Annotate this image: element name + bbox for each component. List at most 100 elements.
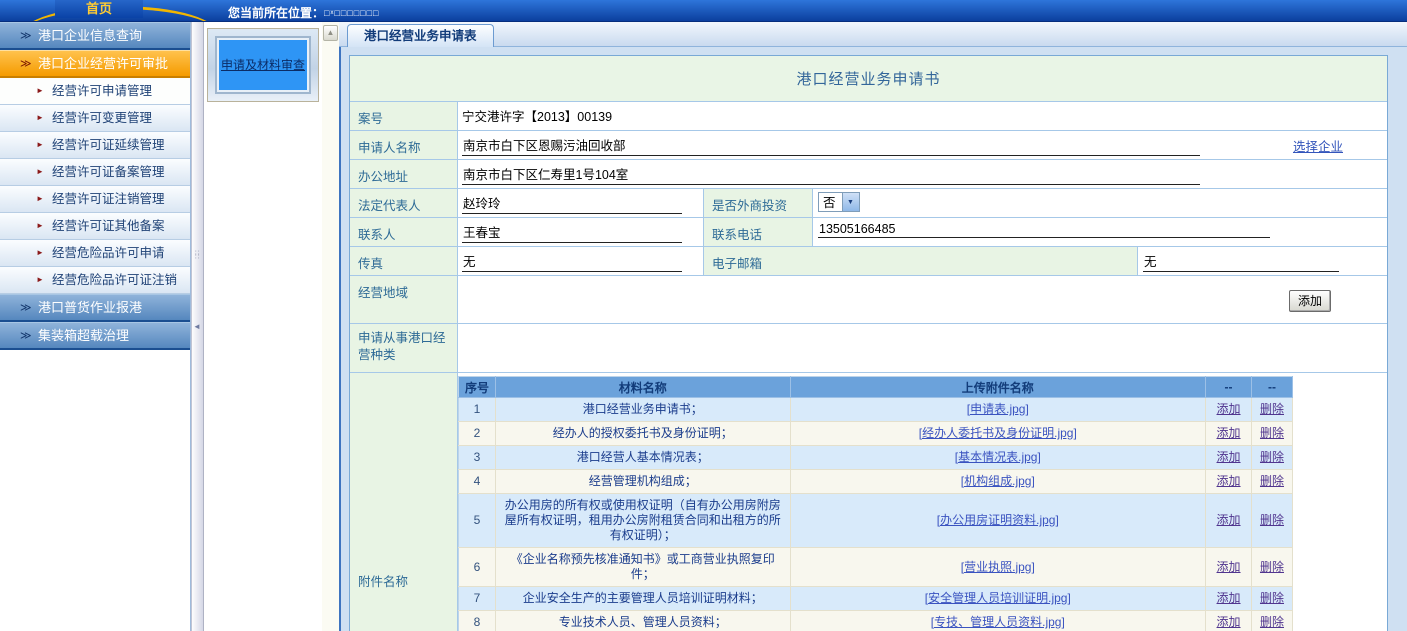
form-row-legal-rep: 法定代表人 赵玲玲 是否外商投资 否▼ — [350, 188, 1387, 217]
office-address-input[interactable]: 南京市白下区仁寿里1号104室 — [462, 164, 1200, 185]
email-input[interactable]: 无 — [1143, 251, 1339, 272]
material-name: 港口经营业务申请书； — [495, 398, 790, 422]
workflow-step-apply-review-button[interactable]: 申请及材料审查 — [215, 36, 311, 94]
add-attachment-link[interactable]: 添加 — [1217, 615, 1241, 629]
sidebar-item-license-apply-mgmt[interactable]: ► 经营许可申请管理 — [0, 78, 190, 105]
sidebar-item-dangerous-goods-license-cancel[interactable]: ► 经营危险品许可证注销 — [0, 267, 190, 294]
chevron-down-icon: ▼ — [842, 193, 859, 211]
sidebar-item-port-company-info-query[interactable]: ≫ 港口企业信息查询 — [0, 22, 190, 50]
phone-input[interactable]: 13505166485 — [818, 222, 1270, 238]
table-row: 1 港口经营业务申请书； [申请表.jpg] 添加 删除 — [459, 398, 1293, 422]
sidebar-item-label: 经营危险品许可申请 — [52, 246, 165, 260]
sidebar-item-label: 集装箱超载治理 — [38, 328, 129, 343]
form-row-business-type: 申请从事港口经营种类 — [350, 323, 1387, 372]
sidebar-item-label: 经营许可证延续管理 — [52, 138, 165, 152]
delete-attachment-link[interactable]: 删除 — [1260, 560, 1284, 574]
double-arrow-icon: ≫ — [20, 323, 32, 349]
col-header-material: 材料名称 — [495, 377, 790, 398]
delete-attachment-link[interactable]: 删除 — [1260, 426, 1284, 440]
add-attachment-link[interactable]: 添加 — [1217, 426, 1241, 440]
col-header-delete: -- — [1252, 377, 1293, 398]
add-attachment-link[interactable]: 添加 — [1217, 591, 1241, 605]
sidebar-item-dangerous-goods-license-apply[interactable]: ► 经营危险品许可申请 — [0, 240, 190, 267]
double-arrow-icon: ≫ — [20, 51, 32, 77]
delete-attachment-link[interactable]: 删除 — [1260, 474, 1284, 488]
sidebar-item-license-change-mgmt[interactable]: ► 经营许可变更管理 — [0, 105, 190, 132]
sidebar-item-license-renewal-mgmt[interactable]: ► 经营许可证延续管理 — [0, 132, 190, 159]
workflow-step-box: 申请及材料审查 — [207, 28, 319, 102]
table-row: 8 专业技术人员、管理人员资料； [专技、管理人员资料.jpg] 添加 删除 — [459, 611, 1293, 631]
arrow-icon: ► — [36, 105, 44, 131]
arrow-icon: ► — [36, 267, 44, 293]
attachment-file-link[interactable]: [经办人委托书及身份证明.jpg] — [919, 426, 1077, 440]
attachment-file-link[interactable]: [办公用房证明资料.jpg] — [937, 513, 1059, 527]
sidebar-item-port-company-license-approval[interactable]: ≫ 港口企业经营许可审批 — [0, 50, 190, 78]
add-attachment-link[interactable]: 添加 — [1217, 450, 1241, 464]
arrow-icon: ► — [36, 159, 44, 185]
vertical-scrollbar[interactable]: ▲ — [322, 22, 339, 631]
attachment-file-link[interactable]: [申请表.jpg] — [967, 402, 1029, 416]
table-row: 2 经办人的授权委托书及身份证明； [经办人委托书及身份证明.jpg] 添加 删… — [459, 422, 1293, 446]
form-row-contact: 联系人 王春宝 联系电话 13505166485 — [350, 217, 1387, 246]
attachment-file-link[interactable]: [营业执照.jpg] — [961, 560, 1035, 574]
sidebar-item-label: 经营许可证注销管理 — [52, 192, 165, 206]
table-row: 3 港口经营人基本情况表； [基本情况表.jpg] 添加 删除 — [459, 446, 1293, 470]
material-name: 经办人的授权委托书及身份证明； — [495, 422, 790, 446]
legal-rep-input[interactable]: 赵玲玲 — [462, 193, 682, 214]
add-attachment-link[interactable]: 添加 — [1217, 474, 1241, 488]
row-no: 6 — [459, 548, 496, 587]
add-attachment-link[interactable]: 添加 — [1217, 402, 1241, 416]
applicant-input[interactable]: 南京市白下区恩赐污油回收部 — [462, 135, 1200, 156]
delete-attachment-link[interactable]: 删除 — [1260, 402, 1284, 416]
attachment-file-link[interactable]: [机构组成.jpg] — [961, 474, 1035, 488]
form-row-applicant: 申请人名称 南京市白下区恩赐污油回收部 选择企业 — [350, 130, 1387, 159]
sidebar-item-label: 经营危险品许可证注销 — [52, 273, 177, 287]
home-tab[interactable]: 首页 — [55, 0, 143, 18]
attachment-file-link[interactable]: [基本情况表.jpg] — [955, 450, 1041, 464]
sidebar-item-container-overload[interactable]: ≫ 集装箱超载治理 — [0, 322, 190, 350]
office-address-label: 办公地址 — [350, 160, 458, 188]
fax-input[interactable]: 无 — [462, 251, 682, 272]
attachment-file-link[interactable]: [安全管理人员培训证明.jpg] — [925, 591, 1071, 605]
application-form-table: 港口经营业务申请书 案号 宁交港许字【2013】00139 申请人名称 南京市白… — [349, 55, 1388, 631]
sidebar-item-label: 港口普货作业报港 — [38, 300, 142, 315]
applicant-label: 申请人名称 — [350, 131, 458, 159]
attachments-header-row: 序号 材料名称 上传附件名称 -- -- — [459, 377, 1293, 398]
add-attachment-link[interactable]: 添加 — [1217, 560, 1241, 574]
attachment-file-link[interactable]: [专技、管理人员资料.jpg] — [931, 615, 1065, 629]
delete-attachment-link[interactable]: 删除 — [1260, 615, 1284, 629]
sidebar-item-license-record-mgmt[interactable]: ► 经营许可证备案管理 — [0, 159, 190, 186]
row-no: 8 — [459, 611, 496, 631]
add-region-button[interactable]: 添加 — [1289, 290, 1331, 312]
col-header-add: -- — [1206, 377, 1252, 398]
form-row-office-address: 办公地址 南京市白下区仁寿里1号104室 — [350, 159, 1387, 188]
form-row-region: 经营地域 添加 — [350, 275, 1387, 323]
breadcrumb: 您当前所在位置：□ˣ□□□□□□□ — [228, 4, 379, 21]
tab-port-business-application[interactable]: 港口经营业务申请表 — [347, 24, 494, 47]
splitter-collapse-icon[interactable]: ◄ — [193, 322, 201, 331]
sidebar-item-license-cancel-mgmt[interactable]: ► 经营许可证注销管理 — [0, 186, 190, 213]
fax-label: 传真 — [350, 247, 458, 275]
delete-attachment-link[interactable]: 删除 — [1260, 513, 1284, 527]
double-arrow-icon: ≫ — [20, 295, 32, 321]
form-row-fax-email: 传真 无 电子邮箱 无 — [350, 246, 1387, 275]
sidebar-item-general-cargo-report[interactable]: ≫ 港口普货作业报港 — [0, 294, 190, 322]
contact-input[interactable]: 王春宝 — [462, 222, 682, 243]
material-name: 经营管理机构组成； — [495, 470, 790, 494]
splitter-grip-icon: ∷∷ — [195, 252, 199, 260]
sidebar-item-license-other-record[interactable]: ► 经营许可证其他备案 — [0, 213, 190, 240]
phone-label: 联系电话 — [703, 218, 813, 246]
region-label: 经营地域 — [350, 276, 458, 323]
scroll-up-arrow-icon[interactable]: ▲ — [323, 25, 338, 41]
frame-splitter[interactable]: ∷∷ ◄ — [191, 22, 204, 631]
row-no: 3 — [459, 446, 496, 470]
delete-attachment-link[interactable]: 删除 — [1260, 591, 1284, 605]
foreign-investment-select[interactable]: 否▼ — [818, 192, 860, 212]
foreign-investment-selected-value: 否 — [819, 193, 842, 211]
foreign-invest-label: 是否外商投资 — [703, 189, 813, 217]
sidebar-item-label: 经营许可变更管理 — [52, 111, 152, 125]
choose-company-link[interactable]: 选择企业 — [1293, 136, 1343, 155]
add-attachment-link[interactable]: 添加 — [1217, 513, 1241, 527]
delete-attachment-link[interactable]: 删除 — [1260, 450, 1284, 464]
material-name: 专业技术人员、管理人员资料； — [495, 611, 790, 631]
